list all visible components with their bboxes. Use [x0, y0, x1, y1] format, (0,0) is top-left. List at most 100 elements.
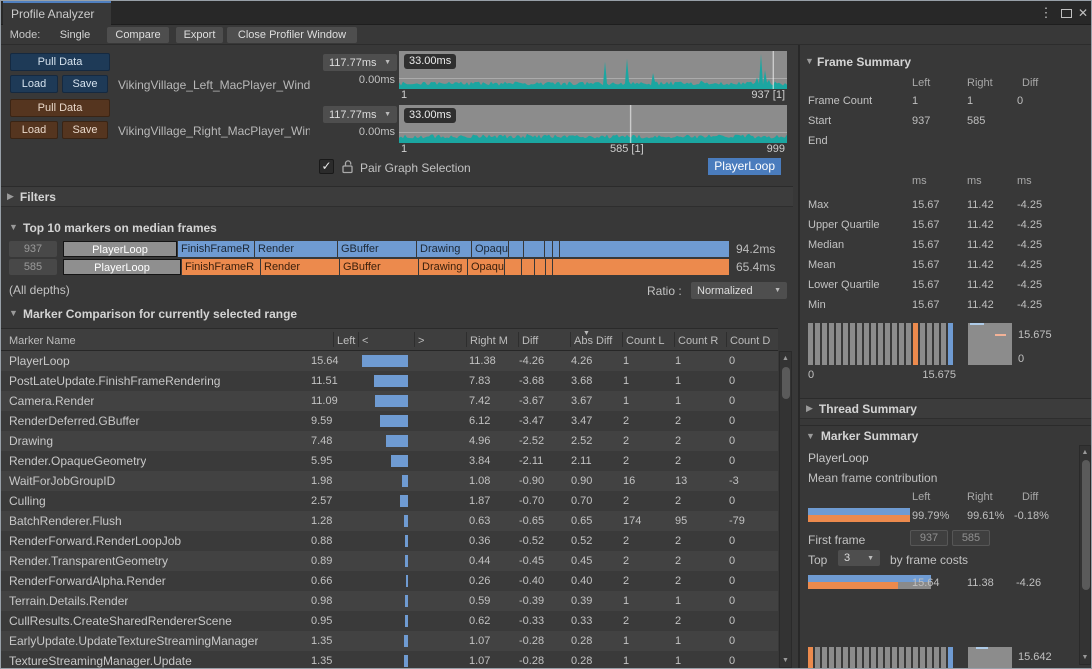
marker-segment-GBuffer[interactable]: GBuffer [338, 241, 416, 257]
marker-box-plot [968, 647, 1012, 668]
close-profiler-window-button[interactable]: Close Profiler Window [227, 27, 357, 43]
maximize-icon[interactable] [1058, 4, 1074, 22]
frame-index-badge[interactable]: 585 [9, 259, 57, 275]
selected-marker-chip[interactable]: PlayerLoop [708, 158, 781, 175]
right-contribution-bar [808, 515, 910, 522]
col-count-left[interactable]: Count L [626, 335, 672, 347]
tab-profile-analyzer[interactable]: Profile Analyzer [3, 1, 111, 25]
col-right-bar[interactable]: > [418, 335, 424, 347]
marker-segment[interactable] [535, 259, 545, 275]
chevron-down-icon[interactable]: ▼ [9, 222, 18, 232]
marker-segment[interactable] [553, 241, 559, 257]
marker-segment-FinishFrameR[interactable]: FinishFrameR [182, 259, 260, 275]
right-range-dropdown[interactable]: 117.77ms▼ [323, 106, 397, 123]
scroll-down-icon[interactable]: ▼ [1080, 654, 1090, 661]
table-row[interactable]: Render.OpaqueGeometry5.953.84-2.112.1122… [1, 451, 778, 471]
marker-segment-PlayerLoop[interactable]: PlayerLoop [63, 241, 177, 257]
col-marker-name[interactable]: Marker Name [9, 335, 76, 347]
col-left-bar[interactable]: < [362, 335, 368, 347]
chevron-down-icon[interactable]: ▼ [9, 308, 18, 318]
col-right-median[interactable]: Right M [470, 335, 516, 347]
scroll-down-icon[interactable]: ▼ [780, 657, 791, 664]
marker-segment[interactable] [560, 241, 729, 257]
marker-segment[interactable] [545, 241, 552, 257]
marker-summary-title: Marker Summary [821, 429, 918, 443]
marker-segment-Drawing[interactable]: Drawing [419, 259, 467, 275]
left-range-dropdown[interactable]: 117.77ms▼ [323, 54, 397, 71]
marker-segment[interactable] [509, 241, 523, 257]
table-vertical-scrollbar[interactable]: ▲ ▼ [779, 351, 792, 668]
marker-segment-FinishFrameR[interactable]: FinishFrameR [178, 241, 254, 257]
table-row[interactable]: EarlyUpdate.UpdateTextureStreamingManage… [1, 631, 778, 651]
table-row[interactable]: Render.TransparentGeometry0.890.44-0.450… [1, 551, 778, 571]
ratio-dropdown[interactable]: Normalized▼ [691, 282, 787, 299]
col-count-diff[interactable]: Count D [730, 335, 776, 347]
top10-row[interactable]: 585 PlayerLoopFinishFrameRRenderGBufferDr… [1, 259, 775, 275]
table-row[interactable]: PostLateUpdate.FinishFrameRendering11.51… [1, 371, 778, 391]
marker-segment-Render[interactable]: Render [261, 259, 339, 275]
first-frame-left-button[interactable]: 937 [910, 530, 948, 546]
save-left-button[interactable]: Save [62, 75, 108, 93]
marker-summary-foldout[interactable]: ▼ Marker Summary [800, 425, 1091, 446]
table-row[interactable]: RenderForwardAlpha.Render0.660.26-0.400.… [1, 571, 778, 591]
right-frame-graph[interactable]: 33.00ms [399, 105, 787, 143]
scrollbar-thumb[interactable] [1082, 460, 1090, 590]
top10-bar[interactable]: PlayerLoopFinishFrameRRenderGBufferDrawi… [63, 241, 729, 257]
marker-name: PlayerLoop [9, 351, 70, 371]
table-row[interactable]: RenderDeferred.GBuffer9.596.12-3.473.472… [1, 411, 778, 431]
top-n-dropdown[interactable]: 3▼ [838, 550, 880, 566]
marker-segment-PlayerLoop[interactable]: PlayerLoop [63, 259, 181, 275]
table-row[interactable]: WaitForJobGroupID1.981.08-0.900.901613-3 [1, 471, 778, 491]
thread-summary-foldout[interactable]: ▶ Thread Summary [800, 398, 1091, 419]
marker-segment-Opaqu[interactable]: Opaqu [468, 259, 504, 275]
marker-segment-Drawing[interactable]: Drawing [417, 241, 471, 257]
table-row[interactable]: Drawing7.484.96-2.522.52220 [1, 431, 778, 451]
col-diff[interactable]: Diff [522, 335, 538, 347]
summary-scrollbar[interactable]: ▲ ▼ [1079, 445, 1091, 665]
marker-name: RenderForwardAlpha.Render [9, 571, 166, 591]
filters-foldout[interactable]: ▶ Filters [1, 186, 793, 207]
close-icon[interactable]: ✕ [1075, 4, 1091, 22]
marker-segment-GBuffer[interactable]: GBuffer [340, 259, 418, 275]
top10-bar[interactable]: PlayerLoopFinishFrameRRenderGBufferDrawi… [63, 259, 729, 275]
table-row[interactable]: Terrain.Details.Render0.980.59-0.390.391… [1, 591, 778, 611]
pull-data-right-button[interactable]: Pull Data [10, 99, 110, 117]
table-row[interactable]: CullResults.CreateSharedRendererScene0.9… [1, 611, 778, 631]
first-frame-right-button[interactable]: 585 [952, 530, 990, 546]
export-button[interactable]: Export [176, 27, 223, 43]
frame-index-badge[interactable]: 937 [9, 241, 57, 257]
pair-graph-checkbox[interactable]: ✓ [319, 159, 334, 174]
marker-segment-Opaqu[interactable]: Opaqu [472, 241, 508, 257]
save-right-button[interactable]: Save [62, 121, 108, 139]
left-frame-graph[interactable]: 33.00ms [399, 51, 787, 89]
scroll-up-icon[interactable]: ▲ [1080, 449, 1090, 456]
scrollbar-thumb[interactable] [782, 367, 790, 399]
col-left-median[interactable]: Left Me [337, 335, 356, 347]
table-row[interactable]: PlayerLoop15.6411.38-4.264.26110 [1, 351, 778, 371]
load-right-button[interactable]: Load [10, 121, 58, 139]
table-row[interactable]: TextureStreamingManager.Update1.351.07-0… [1, 651, 778, 668]
scroll-up-icon[interactable]: ▲ [780, 355, 791, 362]
marker-segment[interactable] [522, 259, 534, 275]
top10-row[interactable]: 937 PlayerLoopFinishFrameRRenderGBufferDr… [1, 241, 775, 257]
marker-segment-Render[interactable]: Render [255, 241, 337, 257]
mode-compare-button[interactable]: Compare [107, 27, 169, 43]
col-count-right[interactable]: Count R [678, 335, 724, 347]
table-row[interactable]: BatchRenderer.Flush1.280.63-0.650.651749… [1, 511, 778, 531]
marker-segment[interactable] [524, 241, 544, 257]
table-row[interactable]: Culling2.571.87-0.700.70220 [1, 491, 778, 511]
count-right-value: 1 [675, 371, 681, 391]
marker-segment[interactable] [505, 259, 521, 275]
chevron-down-icon[interactable]: ▼ [805, 56, 814, 66]
marker-segment[interactable] [546, 259, 552, 275]
mode-single-button[interactable]: Single [49, 27, 101, 43]
pull-data-left-button[interactable]: Pull Data [10, 53, 110, 71]
table-row[interactable]: Camera.Render11.097.42-3.673.67110 [1, 391, 778, 411]
left-box-marker [976, 647, 988, 649]
window-menu-icon[interactable]: ⋮ [1039, 4, 1053, 22]
marker-segment[interactable] [553, 259, 729, 275]
col-abs-diff[interactable]: Abs Diff [574, 335, 612, 347]
load-left-button[interactable]: Load [10, 75, 58, 93]
unlock-icon[interactable] [341, 158, 355, 174]
table-row[interactable]: RenderForward.RenderLoopJob0.880.36-0.52… [1, 531, 778, 551]
